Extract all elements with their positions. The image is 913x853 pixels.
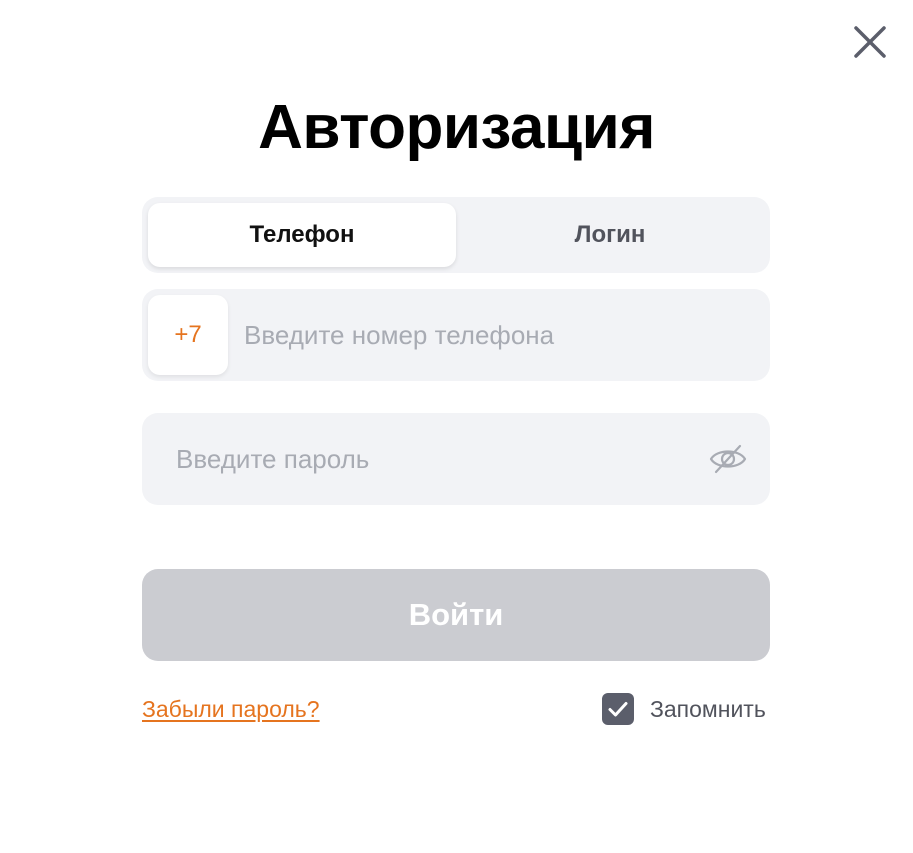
eye-off-icon xyxy=(709,444,747,474)
phone-input[interactable] xyxy=(244,315,744,355)
login-button[interactable]: Войти xyxy=(142,569,770,661)
remember-me[interactable]: Запомнить xyxy=(602,693,766,725)
close-button[interactable] xyxy=(850,22,890,62)
password-visibility-toggle[interactable] xyxy=(708,441,748,477)
phone-field: +7 xyxy=(142,289,770,381)
tab-phone[interactable]: Телефон xyxy=(148,203,456,267)
remember-label: Запомнить xyxy=(650,695,766,722)
password-field xyxy=(142,413,770,505)
close-icon xyxy=(854,26,886,58)
remember-checkbox[interactable] xyxy=(602,693,634,725)
country-code-button[interactable]: +7 xyxy=(148,295,228,375)
auth-tabs: Телефон Логин xyxy=(142,197,770,273)
checkmark-icon xyxy=(608,702,628,717)
forgot-password-link[interactable]: Забыли пароль? xyxy=(142,694,320,724)
dialog-title: Авторизация xyxy=(258,93,655,162)
password-input[interactable] xyxy=(176,439,676,479)
tab-login[interactable]: Логин xyxy=(456,203,764,267)
